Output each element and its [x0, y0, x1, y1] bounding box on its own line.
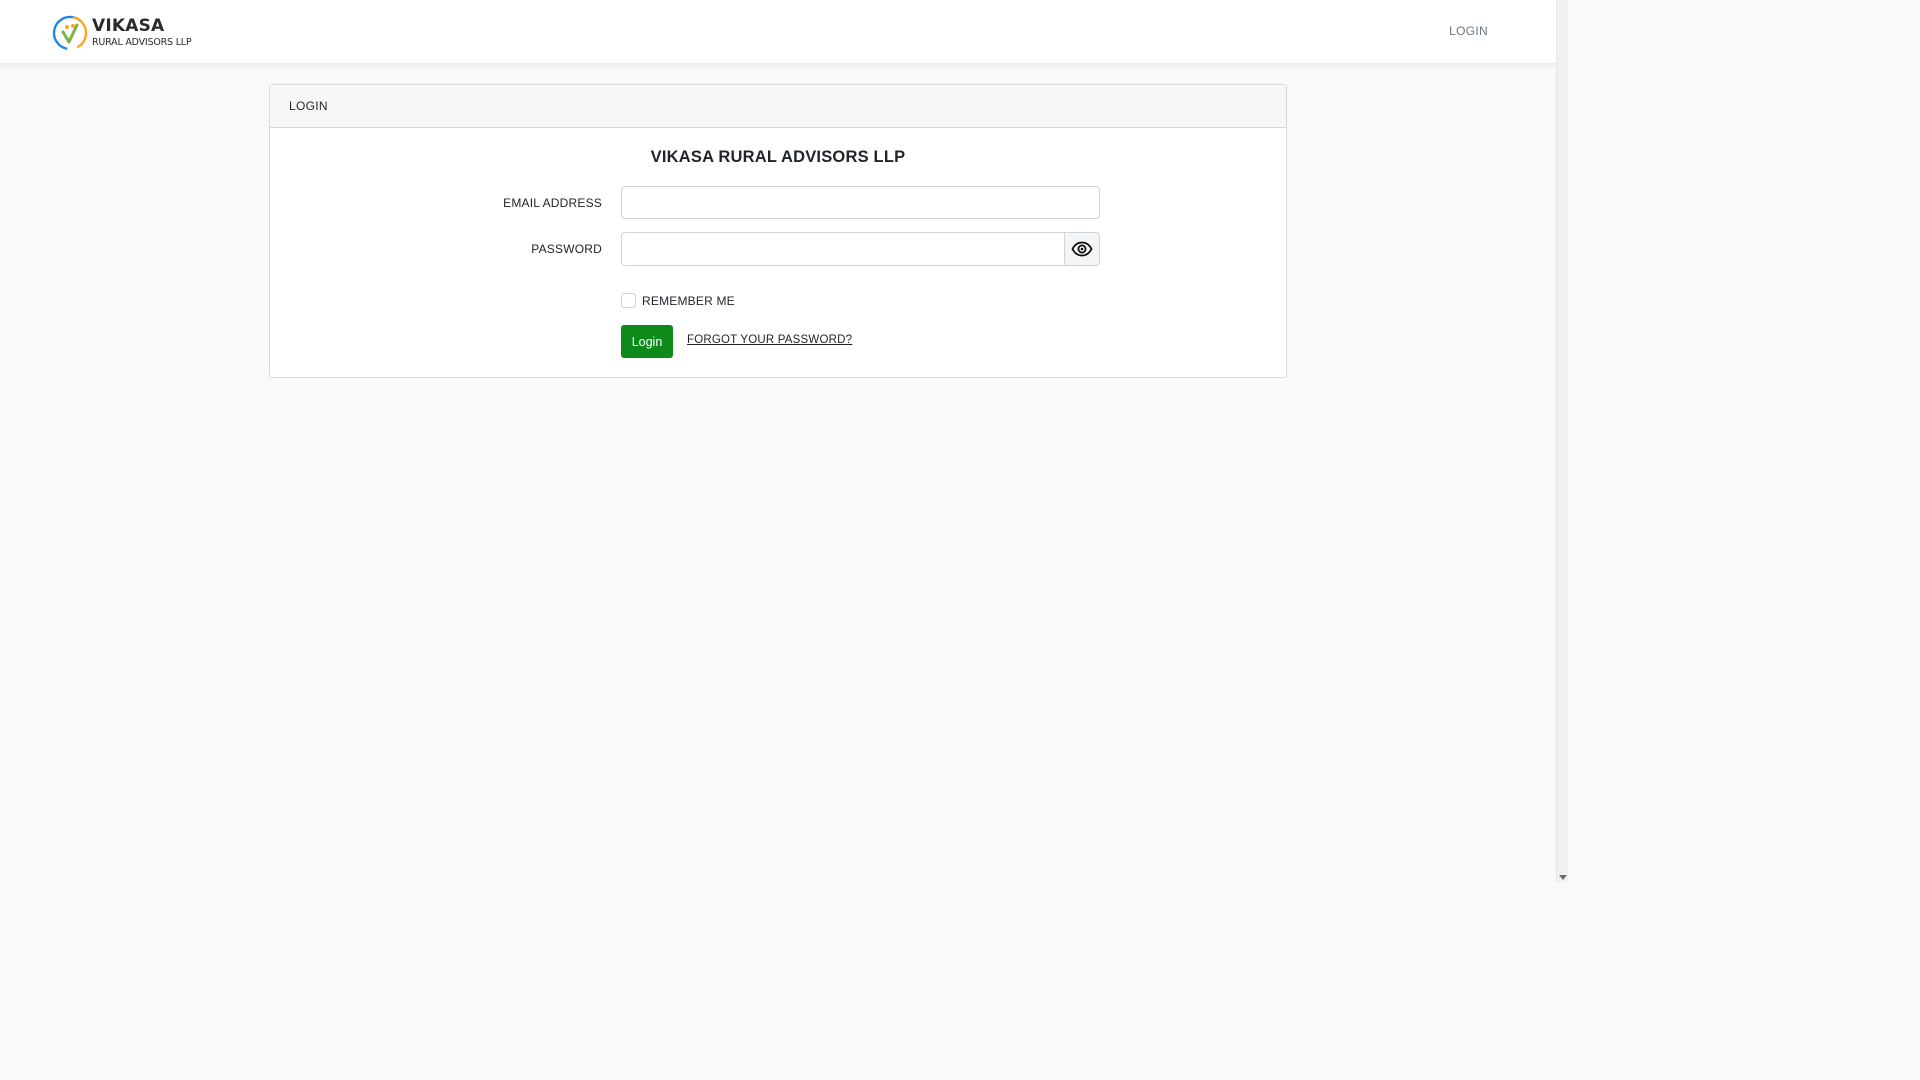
login-button[interactable]: Login: [621, 325, 673, 358]
eye-icon: [1071, 241, 1093, 257]
remember-me-checkbox[interactable]: [621, 293, 636, 308]
password-field[interactable]: [621, 232, 1065, 266]
forgot-password-link[interactable]: FORGOT YOUR PASSWORD?: [687, 334, 852, 346]
vikasa-logo-icon: [52, 15, 88, 51]
scroll-down-arrow-icon[interactable]: [1559, 875, 1567, 880]
email-label: EMAIL ADDRESS: [503, 196, 602, 210]
brand-subtitle: RURAL ADVISORS LLP: [92, 37, 192, 49]
remember-me-label[interactable]: REMEMBER ME: [642, 294, 735, 308]
brand-name: VIKASA: [92, 16, 165, 37]
brand-logo[interactable]: VIKASA RURAL ADVISORS LLP: [52, 14, 192, 52]
password-label: PASSWORD: [531, 242, 602, 256]
card-title: VIKASA RURAL ADVISORS LLP: [650, 148, 906, 166]
email-field[interactable]: [621, 186, 1100, 219]
login-card: LOGIN VIKASA RURAL ADVISORS LLP EMAIL AD…: [269, 84, 1287, 378]
card-header: LOGIN: [270, 85, 1286, 128]
top-navbar: VIKASA RURAL ADVISORS LLP LOGIN: [0, 0, 1556, 64]
vertical-scrollbar[interactable]: [1556, 0, 1568, 882]
nav-login-link[interactable]: LOGIN: [1449, 24, 1488, 38]
brand-text: VIKASA RURAL ADVISORS LLP: [92, 16, 192, 49]
toggle-password-button[interactable]: [1064, 232, 1100, 266]
